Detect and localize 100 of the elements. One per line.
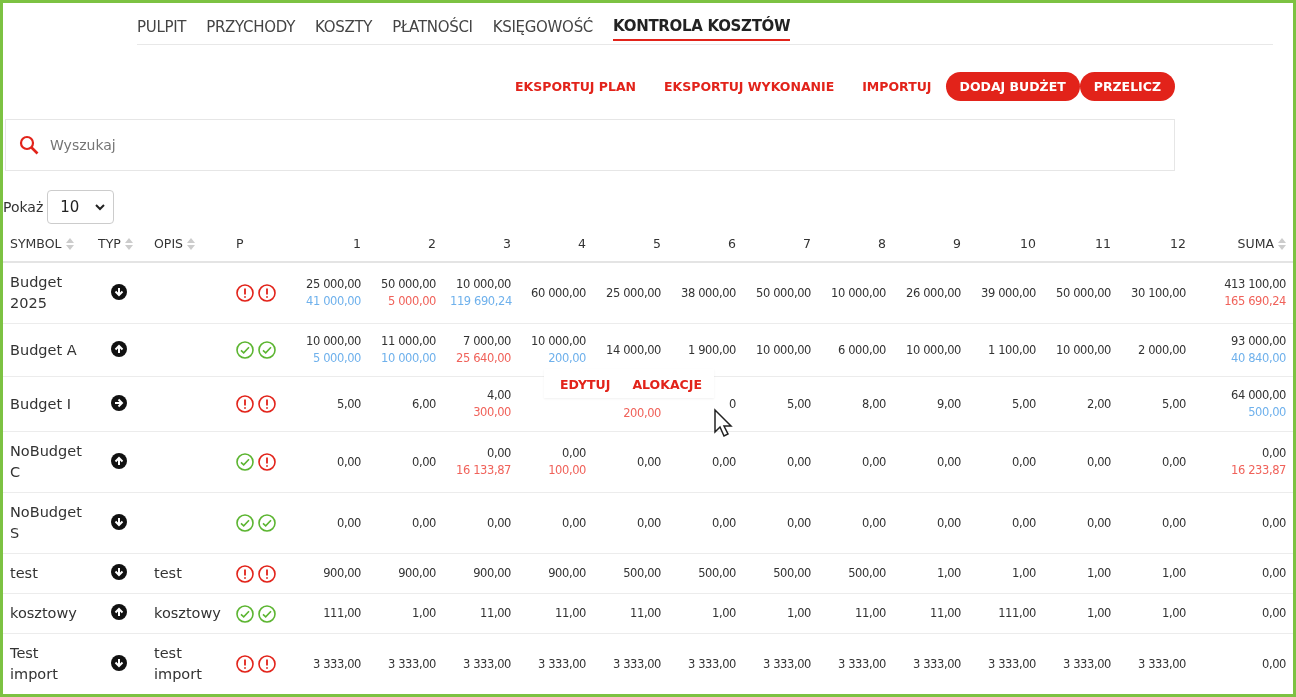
plan-amount: 25 000,00 — [305, 276, 361, 293]
plan-amount: 1 900,00 — [687, 341, 736, 359]
plan-amount: 6 000,00 — [837, 341, 886, 359]
plan-amount: 50 000,00 — [755, 284, 811, 302]
plan-amount: 0,00 — [936, 514, 961, 532]
plan-amount: 11,00 — [554, 605, 586, 622]
plan-amount: 10 000,00 — [905, 341, 961, 359]
plan-amount: 1,00 — [1161, 565, 1186, 582]
plan-amount: 900,00 — [547, 565, 586, 582]
plan-amount: 11,00 — [629, 605, 661, 622]
plan-amount: 900,00 — [322, 565, 361, 582]
plan-amount: 8,00 — [861, 395, 886, 413]
plan-amount: 0,00 — [1261, 445, 1286, 462]
column-header[interactable]: OPIS — [154, 235, 183, 251]
plan-amount: 0,00 — [411, 514, 436, 532]
column-header: 5 — [653, 235, 661, 251]
plan-amount: 1 100,00 — [987, 341, 1036, 359]
plan-amount: 3 333,00 — [687, 655, 736, 673]
symbol-text: Budget I — [10, 395, 72, 412]
column-header[interactable]: SUMA — [1237, 235, 1274, 251]
action-button[interactable]: PRZELICZ — [1079, 72, 1175, 101]
actual-amount: 100,00 — [547, 462, 586, 479]
symbol-text: Budget 2025 — [10, 274, 63, 311]
action-link[interactable]: IMPORTUJ — [848, 79, 946, 94]
plan-amount: 900,00 — [472, 565, 511, 582]
plan-amount: 0,00 — [1011, 514, 1036, 532]
menu-item[interactable]: EDYTUJ — [560, 371, 611, 398]
actual-amount: 200,00 — [622, 405, 661, 422]
plan-amount: 0,00 — [1261, 565, 1286, 582]
plan-amount: 3 333,00 — [837, 655, 886, 673]
chevron-down-icon — [95, 203, 106, 211]
column-header: 10 — [1020, 235, 1036, 251]
sort-icon[interactable] — [187, 238, 195, 250]
plan-amount: 900,00 — [397, 565, 436, 582]
plan-amount: 3 333,00 — [537, 655, 586, 673]
symbol-text: Test import — [10, 645, 58, 682]
plan-amount: 6,00 — [411, 395, 436, 413]
sort-icon[interactable] — [1278, 238, 1286, 250]
plan-amount: 0,00 — [336, 514, 361, 532]
plan-amount: 0,00 — [561, 514, 586, 532]
search-field[interactable]: Wyszukaj — [5, 119, 1175, 171]
plan-amount: 0,00 — [786, 453, 811, 471]
plan-amount: 0,00 — [486, 514, 511, 532]
plan-amount: 25 000,00 — [605, 284, 661, 302]
nav-tab[interactable]: KSIĘGOWOŚĆ — [492, 17, 594, 41]
plan-amount: 1,00 — [1086, 605, 1111, 622]
actual-amount: 5 000,00 — [387, 293, 436, 310]
description-text: test — [154, 565, 182, 581]
plan-amount: 1,00 — [711, 605, 736, 622]
plan-amount: 0,00 — [561, 445, 586, 462]
actual-amount: 119 690,24 — [450, 293, 511, 310]
plan-amount: 2 000,00 — [1137, 341, 1186, 359]
plan-amount: 10 000,00 — [455, 276, 511, 293]
search-icon — [19, 135, 39, 155]
actual-amount: 5 000,00 — [312, 350, 361, 367]
plan-amount: 0,00 — [936, 453, 961, 471]
plan-amount: 60 000,00 — [530, 284, 586, 302]
plan-amount: 2,00 — [1086, 395, 1111, 413]
plan-amount: 0,00 — [1261, 514, 1286, 532]
actual-amount: 16 133,87 — [455, 462, 511, 479]
plan-amount: 39 000,00 — [980, 284, 1036, 302]
sort-icon[interactable] — [65, 238, 74, 250]
action-button[interactable]: DODAJ BUDŻET — [945, 72, 1080, 101]
menu-item[interactable]: ALOKACJE — [632, 371, 702, 398]
plan-amount: 0,00 — [711, 514, 736, 532]
plan-amount: 3 333,00 — [312, 655, 361, 673]
page-size-select[interactable]: 10 — [47, 190, 115, 224]
plan-amount: 500,00 — [622, 565, 661, 582]
action-link[interactable]: EKSPORTUJ WYKONANIE — [650, 79, 849, 94]
column-header[interactable]: TYP — [98, 235, 121, 251]
plan-amount: 1,00 — [936, 565, 961, 582]
sort-icon[interactable] — [124, 238, 133, 250]
action-link[interactable]: EKSPORTUJ PLAN — [501, 79, 651, 94]
plan-amount: 38 000,00 — [680, 284, 736, 302]
nav-tab[interactable]: KONTROLA KOSZTÓW — [613, 17, 791, 41]
plan-amount: 11,00 — [479, 605, 511, 622]
nav-tab[interactable]: KOSZTY — [315, 17, 373, 41]
column-header: 9 — [953, 235, 961, 251]
plan-amount: 26 000,00 — [905, 284, 961, 302]
nav-tab[interactable]: PRZYCHODY — [206, 17, 296, 41]
plan-amount: 10 000,00 — [755, 341, 811, 359]
plan-amount: 5,00 — [336, 395, 361, 413]
plan-amount: 3 333,00 — [912, 655, 961, 673]
plan-amount: 3 333,00 — [1062, 655, 1111, 673]
plan-amount: 3 333,00 — [987, 655, 1036, 673]
plan-amount: 50 000,00 — [1055, 284, 1111, 302]
nav-tab[interactable]: PULPIT — [137, 17, 187, 41]
plan-amount: 0,00 — [861, 453, 886, 471]
plan-amount: 5,00 — [786, 395, 811, 413]
plan-amount: 0,00 — [1011, 453, 1036, 471]
column-header[interactable]: SYMBOL — [10, 235, 62, 251]
plan-amount: 0,00 — [711, 453, 736, 471]
plan-amount: 9,00 — [936, 395, 961, 413]
nav-tab[interactable]: PŁATNOŚCI — [392, 17, 473, 41]
plan-amount: 0,00 — [486, 445, 511, 462]
plan-amount: 3 333,00 — [1137, 655, 1186, 673]
plan-amount: 0,00 — [1261, 605, 1286, 622]
actual-amount: 25 640,00 — [455, 350, 511, 367]
column-header: 12 — [1170, 235, 1186, 251]
plan-amount: 500,00 — [772, 565, 811, 582]
